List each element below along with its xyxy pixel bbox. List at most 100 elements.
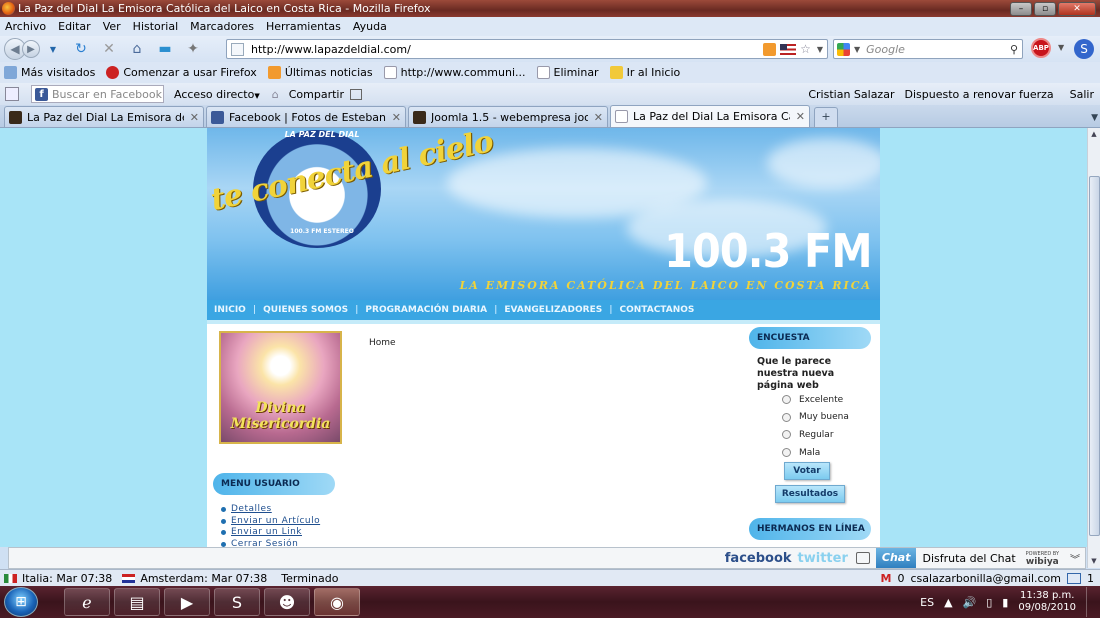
toolbar-grip-icon[interactable]	[5, 87, 19, 101]
link-enviar-articulo[interactable]: Enviar un Artículo	[231, 516, 320, 528]
link-enviar-link[interactable]: Enviar un Link	[231, 527, 302, 539]
share-icon[interactable]	[349, 88, 362, 100]
network-signal-icon[interactable]: ▮	[1002, 596, 1008, 609]
divina-misericordia-image[interactable]: Divina Misericordia	[219, 331, 342, 444]
home-icon[interactable]: ⌂	[126, 38, 148, 60]
fb-salir-link[interactable]: Salir	[1070, 88, 1094, 101]
messenger-icon[interactable]: ☻	[264, 588, 310, 616]
maximize-button[interactable]: ▫	[1034, 1, 1056, 16]
adblock-dropdown-icon[interactable]: ▼	[1058, 43, 1064, 52]
us-flag-icon[interactable]	[780, 43, 797, 55]
nav-quienes-somos[interactable]: QUIENES SOMOS	[256, 305, 355, 315]
battery-icon[interactable]: ▯	[986, 596, 992, 609]
scroll-down-icon[interactable]: ▼	[1088, 555, 1100, 568]
url-dropdown-icon[interactable]: ▼	[817, 45, 823, 54]
radio-excelente[interactable]	[782, 395, 791, 405]
skype-icon[interactable]: S	[1074, 39, 1094, 59]
bookmark-ir-al-inicio[interactable]: Ir al Inicio	[609, 66, 680, 79]
file-explorer-icon[interactable]: ▤	[114, 588, 160, 616]
nav-inicio[interactable]: INICIO	[214, 305, 253, 315]
minimize-button[interactable]: –	[1010, 1, 1032, 16]
bookmark-communi[interactable]: http://www.communi...	[383, 66, 526, 79]
adblock-icon[interactable]: ABP	[1031, 38, 1051, 58]
menu-herramientas[interactable]: Herramientas	[266, 20, 341, 33]
internet-explorer-icon[interactable]: ℯ	[64, 588, 110, 616]
history-dropdown-icon[interactable]: ▼	[42, 38, 64, 60]
chat-bubble-icon[interactable]: ▬	[154, 38, 176, 60]
close-window-button[interactable]: ✕	[1058, 1, 1096, 16]
facebook-search-input[interactable]: Buscar en Facebook	[31, 85, 164, 103]
url-text[interactable]: http://www.lapazdeldial.com/	[251, 43, 763, 56]
gmail-icon[interactable]: M	[881, 572, 892, 585]
skype-taskbar-icon[interactable]: S	[214, 588, 260, 616]
stop-icon[interactable]: ✕	[98, 38, 120, 60]
start-button[interactable]: ⊞	[4, 587, 38, 617]
wibiya-chat-button[interactable]: Chat	[875, 548, 917, 568]
chat-icon[interactable]	[855, 552, 870, 564]
menu-archivo[interactable]: Archivo	[5, 20, 46, 33]
tab-facebook[interactable]: Facebook | Fotos de Esteban Elizon... ✕	[206, 106, 406, 127]
tray-expand-icon[interactable]: ▲	[944, 596, 952, 609]
reload-icon[interactable]: ↻	[70, 38, 92, 60]
bookmark-mas-visitados[interactable]: Más visitados	[4, 66, 95, 79]
compartir-button[interactable]: Compartir	[289, 88, 344, 101]
wibiya-chat-label[interactable]: Disfruta del Chat	[922, 552, 1015, 565]
menu-editar[interactable]: Editar	[58, 20, 91, 33]
search-box[interactable]: ▼ Google ⚲	[833, 39, 1023, 59]
menu-historial[interactable]: Historial	[133, 20, 178, 33]
close-tab-icon[interactable]: ✕	[796, 110, 805, 123]
tab-joomla[interactable]: Joomla 1.5 - webempresa joomla - J... ✕	[408, 106, 608, 127]
google-icon[interactable]	[837, 42, 850, 56]
firefox-taskbar-icon[interactable]: ◉	[314, 588, 360, 616]
search-engine-dropdown-icon[interactable]: ▼	[854, 45, 860, 54]
nav-contactanos[interactable]: CONTACTANOS	[613, 305, 702, 315]
menu-ayuda[interactable]: Ayuda	[353, 20, 387, 33]
results-button[interactable]: Resultados	[775, 485, 845, 503]
bookmark-comenzar[interactable]: Comenzar a usar Firefox	[106, 66, 257, 79]
home-share-icon[interactable]: ⌂	[272, 88, 279, 101]
close-tab-icon[interactable]: ✕	[392, 111, 401, 124]
link-cerrar-sesion[interactable]: Cerrar Sesión	[231, 539, 298, 548]
menu-marcadores[interactable]: Marcadores	[190, 20, 254, 33]
rss-icon[interactable]	[763, 42, 777, 56]
tab-lapaz-active[interactable]: La Paz del Dial La Emisora Católic... ✕	[610, 105, 810, 127]
collapse-chevron-icon[interactable]: ︾	[1067, 551, 1083, 566]
gmail-account[interactable]: csalazarbonilla@gmail.com	[911, 572, 1062, 585]
scroll-up-icon[interactable]: ▲	[1088, 128, 1100, 141]
wibiya-logo[interactable]: POWERED BY wibiya	[1026, 550, 1059, 567]
poll-option[interactable]: Mala	[782, 444, 849, 462]
fb-status-text[interactable]: Dispuesto a renovar fuerza	[904, 88, 1053, 101]
radio-muy-buena[interactable]	[782, 412, 791, 422]
volume-icon[interactable]: 🔊	[963, 596, 977, 609]
tab-list-icon[interactable]: ▼	[1091, 113, 1098, 123]
close-tab-icon[interactable]: ✕	[594, 111, 603, 124]
wibiya-twitter-button[interactable]: twitter	[798, 551, 848, 566]
show-desktop-button[interactable]	[1086, 587, 1096, 617]
wibiya-facebook-button[interactable]: facebook	[725, 551, 792, 566]
vertical-scrollbar[interactable]: ▲ ▼	[1087, 128, 1100, 568]
bookmark-star-icon[interactable]: ☆	[800, 42, 811, 56]
addon-icon[interactable]: ✦	[182, 38, 204, 60]
language-indicator[interactable]: ES	[920, 596, 934, 609]
radio-regular[interactable]	[782, 430, 791, 440]
nav-evangelizadores[interactable]: EVANGELIZADORES	[497, 305, 609, 315]
mail-icon[interactable]	[1067, 572, 1081, 584]
new-tab-button[interactable]: +	[814, 107, 838, 127]
address-bar[interactable]: http://www.lapazdeldial.com/ ☆ ▼	[226, 39, 828, 59]
fb-user-name[interactable]: Cristian Salazar	[808, 88, 894, 101]
scroll-thumb[interactable]	[1089, 176, 1100, 536]
poll-option[interactable]: Excelente	[782, 391, 849, 409]
close-tab-icon[interactable]: ✕	[190, 111, 199, 124]
radio-mala[interactable]	[782, 448, 791, 458]
vote-button[interactable]: Votar	[784, 462, 830, 480]
tab-lapaz-1[interactable]: La Paz del Dial La Emisora del Laico ...…	[4, 106, 204, 127]
link-detalles[interactable]: Detalles	[231, 504, 272, 516]
bookmark-eliminar[interactable]: Eliminar	[536, 66, 599, 79]
bookmark-ultimas-noticias[interactable]: Últimas noticias	[267, 66, 373, 79]
nav-programacion[interactable]: PROGRAMACIÓN DIARIA	[358, 305, 494, 315]
media-player-icon[interactable]: ▶	[164, 588, 210, 616]
menu-ver[interactable]: Ver	[103, 20, 121, 33]
acceso-directo-button[interactable]: Acceso directo▼	[174, 88, 260, 101]
poll-option[interactable]: Regular	[782, 426, 849, 444]
forward-button[interactable]: ▶	[22, 40, 40, 58]
